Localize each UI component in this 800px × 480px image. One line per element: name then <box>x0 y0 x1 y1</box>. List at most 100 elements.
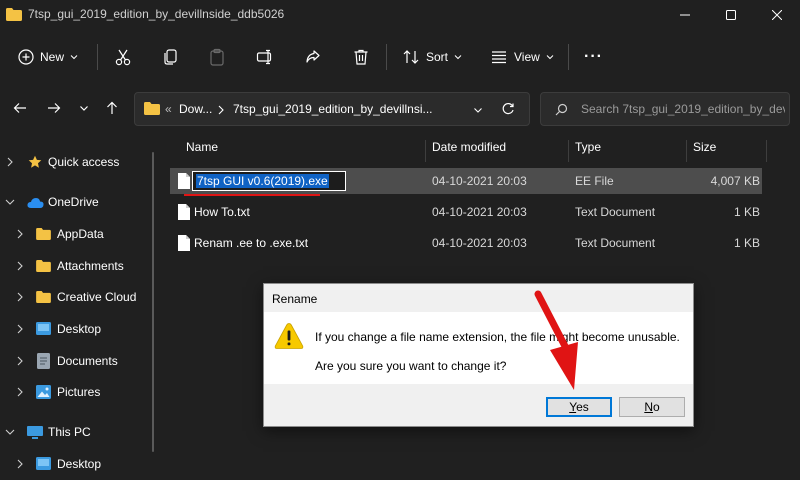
text-file-icon <box>178 235 190 251</box>
minimize-button[interactable] <box>662 0 708 30</box>
file-size: 1 KB <box>733 205 760 219</box>
column-header-date[interactable]: Date modified <box>432 140 506 162</box>
document-icon <box>37 353 50 369</box>
sidebar-item-desktop-this-pc[interactable]: Desktop <box>0 450 160 478</box>
column-divider[interactable] <box>425 140 426 162</box>
file-name: Renam .ee to .exe.txt <box>194 236 309 250</box>
sidebar-item-desktop[interactable]: Desktop <box>0 315 160 343</box>
window-title: 7tsp_gui_2019_edition_by_devillnside_ddb… <box>28 7 285 21</box>
more-options-button[interactable]: ··· <box>584 40 603 74</box>
sidebar-item-this-pc[interactable]: This PC <box>0 418 160 446</box>
file-date: 04-10-2021 20:03 <box>432 174 527 188</box>
minimize-icon <box>680 14 690 16</box>
chevron-right-icon[interactable] <box>14 386 26 398</box>
file-type: Text Document <box>575 205 656 219</box>
delete-button[interactable] <box>352 40 370 74</box>
chevron-right-icon[interactable] <box>14 458 26 470</box>
rename-input[interactable]: 7tsp GUI v0.6(2019).exe <box>192 171 346 191</box>
breadcrumb-current-folder[interactable]: 7tsp_gui_2019_edition_by_devillnsi... <box>233 102 432 116</box>
chevron-right-icon[interactable] <box>14 228 26 240</box>
sidebar-scrollbar[interactable] <box>152 152 154 452</box>
arrow-right-icon <box>48 103 61 113</box>
chevron-down-icon[interactable] <box>4 196 16 208</box>
no-label-rest: o <box>652 400 660 414</box>
file-type: Text Document <box>575 236 656 250</box>
chevron-right-icon[interactable] <box>14 355 26 367</box>
column-divider[interactable] <box>766 140 767 162</box>
sidebar-item-quick-access[interactable]: Quick access <box>0 148 160 176</box>
sidebar-item-creative-cloud[interactable]: Creative Cloud <box>0 283 160 311</box>
search-icon <box>555 103 568 116</box>
table-row[interactable]: How To.txt 04-10-2021 20:03 Text Documen… <box>170 199 762 225</box>
column-divider[interactable] <box>568 140 569 162</box>
toolbar-divider <box>97 44 98 70</box>
back-button[interactable] <box>8 96 32 120</box>
file-icon <box>178 173 190 189</box>
sidebar-item-label: Pictures <box>57 385 101 399</box>
title-bar: 7tsp_gui_2019_edition_by_devillnside_ddb… <box>0 0 800 30</box>
yes-button[interactable]: Yes <box>546 397 612 417</box>
warning-icon <box>274 323 304 349</box>
no-button[interactable]: No <box>619 397 685 417</box>
chevron-right-icon <box>218 105 224 115</box>
text-file-icon <box>178 204 190 220</box>
view-list-icon <box>492 51 506 64</box>
close-button[interactable] <box>754 0 800 30</box>
maximize-button[interactable] <box>708 0 754 30</box>
refresh-icon[interactable] <box>501 102 515 116</box>
column-header-type[interactable]: Type <box>575 140 601 162</box>
chevron-right-icon[interactable] <box>4 156 16 168</box>
arrow-up-icon <box>107 101 117 114</box>
search-box[interactable]: Search 7tsp_gui_2019_edition_by_devil... <box>540 92 790 126</box>
folder-icon <box>6 8 22 21</box>
rename-button[interactable] <box>256 40 274 74</box>
table-row[interactable]: 7tsp GUI v0.6(2019).exe 04-10-2021 20:03… <box>170 168 762 194</box>
chevron-down-icon[interactable] <box>4 426 16 438</box>
sidebar-item-pictures[interactable]: Pictures <box>0 378 160 406</box>
plus-circle-icon <box>18 49 34 65</box>
copy-button[interactable] <box>162 40 180 74</box>
sidebar-item-label: Quick access <box>48 155 120 169</box>
folder-icon <box>144 102 160 115</box>
column-divider[interactable] <box>686 140 687 162</box>
breadcrumb-downloads[interactable]: Dow... <box>179 102 212 116</box>
up-button[interactable] <box>100 96 124 120</box>
column-header-size[interactable]: Size <box>693 140 716 162</box>
paste-button[interactable] <box>208 40 226 74</box>
sidebar-item-label: AppData <box>57 227 104 241</box>
more-options-icon: ··· <box>584 48 603 65</box>
sidebar-item-label: Creative Cloud <box>57 290 137 304</box>
address-bar[interactable]: « Dow... 7tsp_gui_2019_edition_by_devill… <box>134 92 530 126</box>
sidebar-item-attachments[interactable]: Attachments <box>0 252 160 280</box>
no-accelerator: N <box>644 400 653 414</box>
folder-icon <box>36 291 51 303</box>
dialog-footer: Yes No <box>264 384 693 426</box>
chevron-down-icon <box>474 108 482 113</box>
column-header-name[interactable]: Name <box>186 140 218 162</box>
sidebar-item-label: Desktop <box>57 322 102 336</box>
table-row[interactable]: Renam .ee to .exe.txt 04-10-2021 20:03 T… <box>170 230 762 256</box>
view-button[interactable]: View <box>490 40 554 74</box>
sidebar-item-documents[interactable]: Documents <box>0 347 160 375</box>
sort-button[interactable]: Sort <box>402 40 462 74</box>
breadcrumb-overflow[interactable]: « <box>165 102 172 116</box>
dialog-body: If you change a file name extension, the… <box>264 312 693 384</box>
sidebar-item-onedrive[interactable]: OneDrive <box>0 188 160 216</box>
file-size: 1 KB <box>733 236 760 250</box>
chevron-right-icon[interactable] <box>14 260 26 272</box>
forward-button[interactable] <box>42 96 66 120</box>
chevron-right-icon[interactable] <box>14 291 26 303</box>
desktop-icon <box>36 322 51 335</box>
sidebar-item-appdata[interactable]: AppData <box>0 220 160 248</box>
sidebar-item-label: Desktop <box>57 457 102 471</box>
annotation-arrow-icon <box>534 290 578 390</box>
new-label: New <box>40 50 65 64</box>
new-button[interactable]: New <box>18 40 78 74</box>
share-button[interactable] <box>304 40 322 74</box>
recent-locations-button[interactable] <box>72 96 96 120</box>
cut-button[interactable] <box>114 40 132 74</box>
star-icon <box>28 155 42 168</box>
search-input[interactable]: Search 7tsp_gui_2019_edition_by_devil... <box>581 102 785 116</box>
rename-dialog: Rename If you change a file name extensi… <box>263 283 694 427</box>
chevron-right-icon[interactable] <box>14 323 26 335</box>
